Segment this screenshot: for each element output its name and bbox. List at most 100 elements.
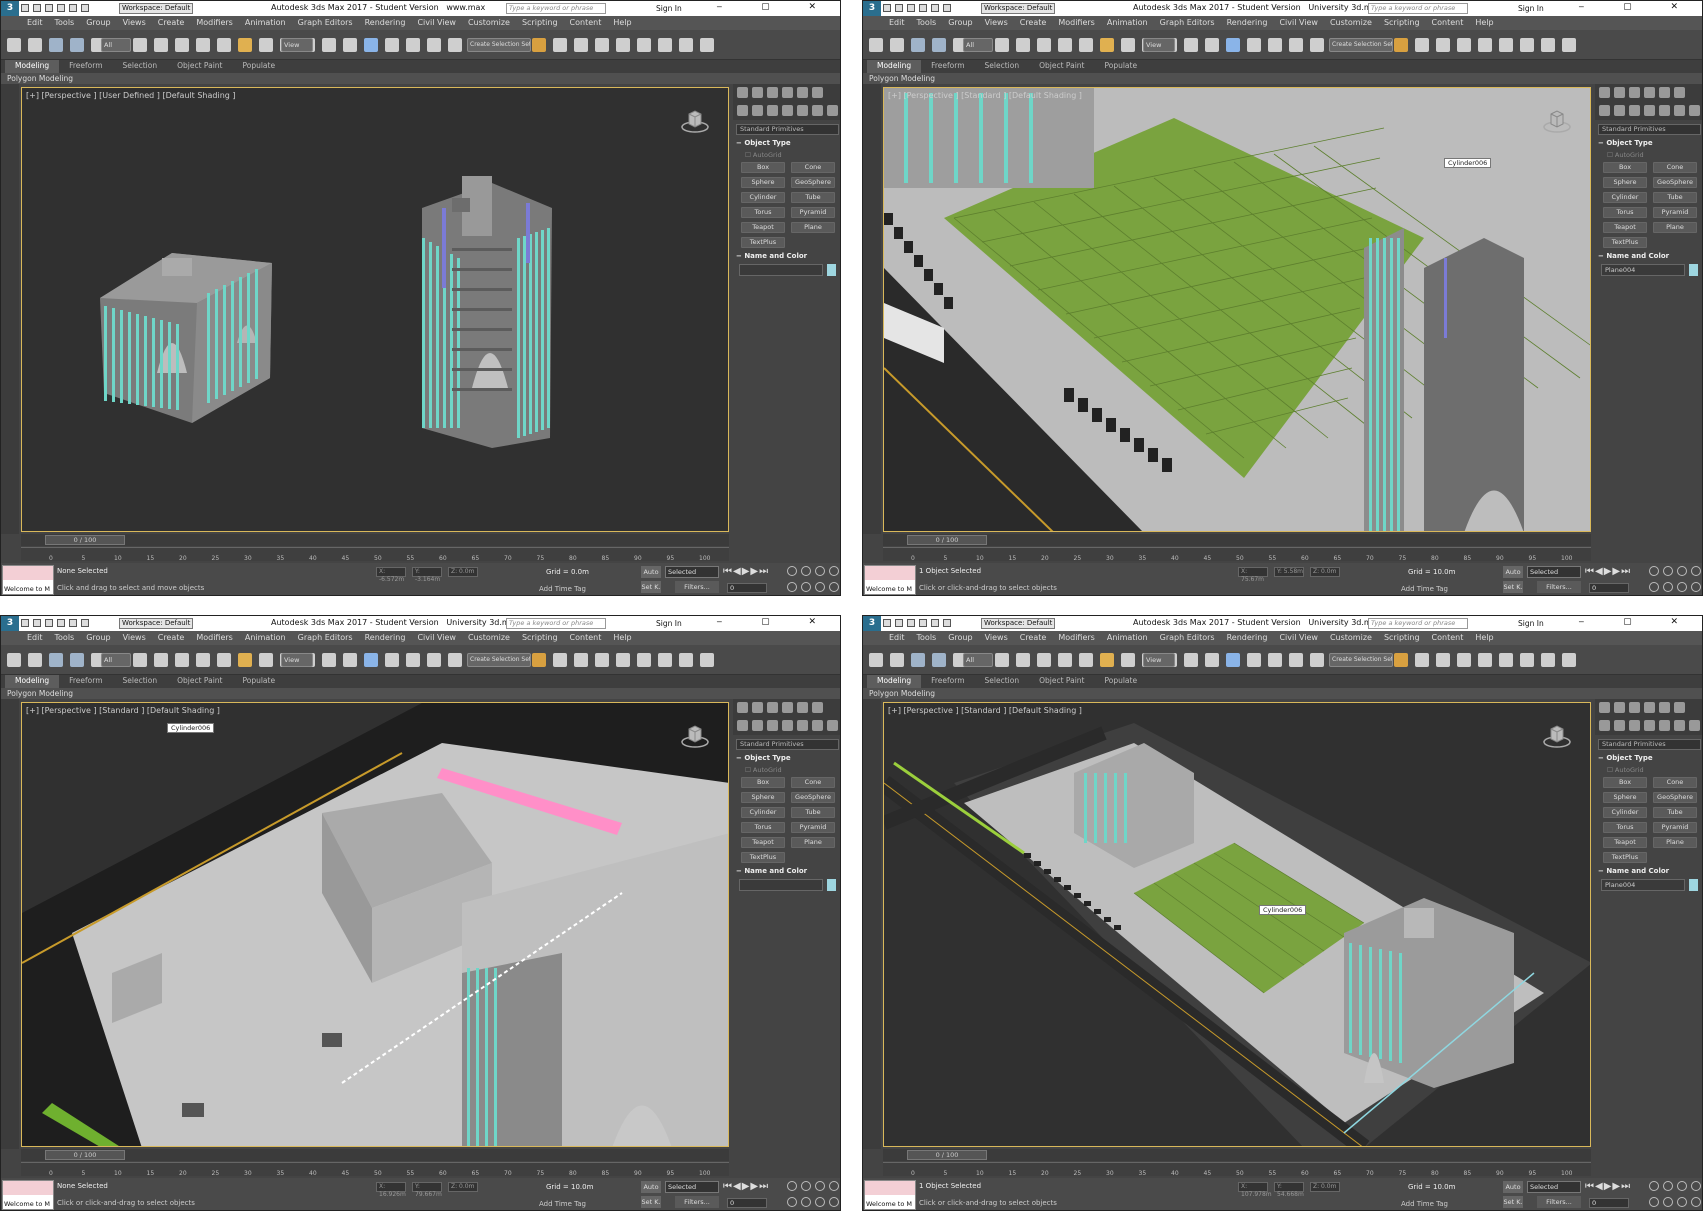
zoom-icon[interactable] — [787, 1181, 797, 1191]
toolbar-tool-icon[interactable] — [932, 653, 946, 667]
toolbar-tool-icon[interactable] — [238, 653, 252, 667]
z-coordinate-field[interactable]: Z: 0.0m — [1310, 1182, 1340, 1192]
primitive-sphere-button[interactable]: Sphere — [1603, 177, 1647, 188]
menu-animation[interactable]: Animation — [239, 631, 292, 645]
menu-help[interactable]: Help — [607, 16, 637, 30]
primitive-geosphere-button[interactable]: GeoSphere — [1653, 792, 1697, 803]
open-file-icon[interactable] — [33, 4, 41, 12]
primitive-pyramid-button[interactable]: Pyramid — [1653, 822, 1697, 833]
object-color-swatch[interactable] — [1689, 264, 1698, 276]
primitive-sphere-button[interactable]: Sphere — [1603, 792, 1647, 803]
z-coordinate-field[interactable]: Z: 0.0m — [1310, 567, 1340, 577]
menu-tools[interactable]: Tools — [49, 16, 81, 30]
toolbar-tool-icon[interactable] — [532, 38, 546, 52]
ribbon-tab-populate[interactable]: Populate — [232, 60, 285, 73]
menu-civil-view[interactable]: Civil View — [1273, 16, 1324, 30]
toolbar-tool-icon[interactable] — [7, 38, 21, 52]
toolbar-tool-icon[interactable] — [1184, 38, 1198, 52]
menu-edit[interactable]: Edit — [21, 16, 49, 30]
add-time-tag[interactable]: Add Time Tag — [1401, 1200, 1448, 1208]
zoom-extents-icon[interactable] — [1677, 566, 1687, 576]
menu-group[interactable]: Group — [942, 16, 978, 30]
playback-controls[interactable]: ⏮◀▶▶⏭ — [723, 1181, 769, 1192]
viewport-label[interactable]: [+] [Perspective ] [Standard ] [Default … — [888, 706, 1082, 715]
viewport-label[interactable]: [+] [Perspective ] [Standard ] [Default … — [888, 91, 1082, 100]
x-coordinate-field[interactable]: X: 16.926m — [376, 1182, 406, 1198]
redo-icon[interactable] — [69, 619, 77, 627]
toolbar-tool-icon[interactable] — [322, 653, 336, 667]
ribbon-tab-modeling[interactable]: Modeling — [5, 675, 60, 688]
menu-scripting[interactable]: Scripting — [516, 16, 564, 30]
zoom-all-icon[interactable] — [801, 1181, 811, 1191]
viewport-layout-strip[interactable] — [1, 84, 19, 534]
pan-icon[interactable] — [1663, 1196, 1673, 1207]
polygon-modeling-label[interactable]: Polygon Modeling — [863, 688, 1702, 699]
toolbar-tool-icon[interactable] — [406, 653, 420, 667]
menu-create[interactable]: Create — [1014, 631, 1053, 645]
maxscript-listener[interactable]: Welcome to M — [2, 1180, 54, 1210]
primitive-pyramid-button[interactable]: Pyramid — [1653, 207, 1697, 218]
toolbar-tool-icon[interactable] — [1121, 38, 1135, 52]
primitive-cone-button[interactable]: Cone — [1653, 777, 1697, 788]
zoom-extents-all-icon[interactable] — [1691, 566, 1701, 576]
toolbar-tool-icon[interactable] — [869, 653, 883, 667]
toolbar-tool-icon[interactable] — [995, 38, 1009, 52]
maximize-viewport-icon[interactable] — [829, 581, 839, 592]
zoom-all-icon[interactable] — [801, 566, 811, 576]
scene-render[interactable] — [884, 88, 1590, 531]
set-key-button[interactable]: Set K. — [1503, 1196, 1523, 1208]
orbit-icon[interactable] — [1677, 1196, 1687, 1207]
zoom-icon[interactable] — [1649, 1181, 1659, 1191]
menu-rendering[interactable]: Rendering — [1221, 631, 1274, 645]
reference-coordinate-dropdown[interactable]: View — [281, 38, 313, 52]
ribbon-tab-object-paint[interactable]: Object Paint — [1029, 60, 1094, 73]
toolbar-tool-icon[interactable] — [70, 653, 84, 667]
primitive-tube-button[interactable]: Tube — [791, 192, 835, 203]
viewport-label[interactable]: [+] [Perspective ] [Standard ] [Default … — [26, 706, 220, 715]
menu-content[interactable]: Content — [564, 631, 608, 645]
primitive-plane-button[interactable]: Plane — [1653, 837, 1697, 848]
project-icon[interactable] — [943, 619, 951, 627]
current-frame-field[interactable]: 0 — [1589, 1198, 1629, 1208]
y-coordinate-field[interactable]: Y: -3.164m — [412, 567, 442, 583]
toolbar-tool-icon[interactable] — [1541, 38, 1555, 52]
toolbar-tool-icon[interactable] — [259, 38, 273, 52]
toolbar-tool-icon[interactable] — [1037, 653, 1051, 667]
toolbar-tool-icon[interactable] — [385, 38, 399, 52]
ribbon-tab-modeling[interactable]: Modeling — [867, 675, 922, 688]
menu-create[interactable]: Create — [1014, 16, 1053, 30]
toolbar-tool-icon[interactable] — [1415, 653, 1429, 667]
ribbon-tab-object-paint[interactable]: Object Paint — [1029, 675, 1094, 688]
toolbar-tool-icon[interactable] — [616, 38, 630, 52]
menu-graph-editors[interactable]: Graph Editors — [1154, 16, 1221, 30]
reference-coordinate-dropdown[interactable]: View — [1143, 38, 1175, 52]
zoom-extents-icon[interactable] — [1677, 1181, 1687, 1191]
primitive-geosphere-button[interactable]: GeoSphere — [1653, 177, 1697, 188]
toolbar-tool-icon[interactable] — [385, 653, 399, 667]
toolbar-tool-icon[interactable] — [1415, 38, 1429, 52]
primitive-box-button[interactable]: Box — [741, 162, 785, 173]
auto-key-button[interactable]: Auto — [641, 566, 661, 578]
auto-key-button[interactable]: Auto — [1503, 1181, 1523, 1193]
toolbar-tool-icon[interactable] — [1121, 653, 1135, 667]
primitive-cone-button[interactable]: Cone — [791, 162, 835, 173]
search-input[interactable]: Type a keyword or phrase — [506, 3, 606, 14]
menu-edit[interactable]: Edit — [21, 631, 49, 645]
sign-in-button[interactable]: Sign In — [656, 3, 682, 14]
toolbar-tool-icon[interactable] — [322, 38, 336, 52]
toolbar-tool-icon[interactable] — [1247, 38, 1261, 52]
toolbar-tool-icon[interactable] — [406, 38, 420, 52]
name-and-color-rollout[interactable]: − Name and Color — [1598, 252, 1701, 260]
track-bar[interactable]: 0 5 10 15 20 25 30 35 40 45 50 55 60 65 70 75 80 85 90 95 10… — [883, 547, 1591, 562]
ribbon-tab-selection[interactable]: Selection — [975, 60, 1030, 73]
toolbar-tool-icon[interactable] — [911, 38, 925, 52]
scene-render[interactable] — [884, 703, 1590, 1146]
track-bar[interactable]: 0 5 10 15 20 25 30 35 40 45 50 55 60 65 70 75 80 85 90 95 10… — [21, 1162, 729, 1177]
key-filters-button[interactable]: Filters... — [675, 581, 719, 593]
object-color-swatch[interactable] — [827, 264, 836, 276]
redo-icon[interactable] — [931, 4, 939, 12]
toolbar-tool-icon[interactable] — [1541, 653, 1555, 667]
zoom-extents-icon[interactable] — [815, 566, 825, 576]
toolbar-tool-icon[interactable] — [700, 38, 714, 52]
current-frame-field[interactable]: 0 — [727, 583, 767, 593]
